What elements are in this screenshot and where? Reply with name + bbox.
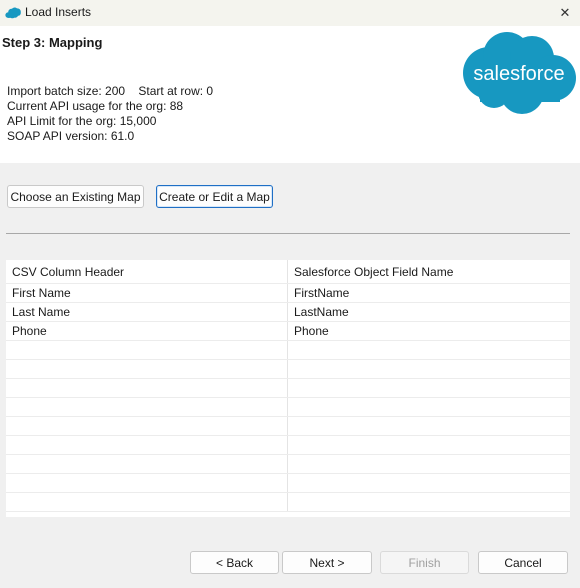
empty-row bbox=[6, 455, 570, 474]
window-title: Load Inserts bbox=[25, 5, 92, 19]
column-header-salesforce-field[interactable]: Salesforce Object Field Name bbox=[288, 260, 570, 283]
column-header-csv[interactable]: CSV Column Header bbox=[6, 260, 288, 283]
back-button[interactable]: < Back bbox=[190, 551, 279, 574]
next-button[interactable]: Next > bbox=[282, 551, 372, 574]
csv-column-cell[interactable]: First Name bbox=[6, 284, 288, 302]
table-row[interactable]: Phone Phone bbox=[6, 322, 570, 341]
choose-existing-map-button[interactable]: Choose an Existing Map bbox=[7, 185, 144, 208]
empty-row bbox=[6, 474, 570, 493]
table-row[interactable]: Last Name LastName bbox=[6, 303, 570, 322]
soap-version-info: SOAP API version: 61.0 bbox=[7, 129, 135, 143]
salesforce-logo: salesforce bbox=[463, 32, 576, 114]
empty-row bbox=[6, 360, 570, 379]
csv-column-cell[interactable]: Phone bbox=[6, 322, 288, 340]
table-row[interactable]: First Name FirstName bbox=[6, 284, 570, 303]
salesforce-field-cell[interactable]: LastName bbox=[288, 303, 570, 321]
mapping-table: CSV Column Header Salesforce Object Fiel… bbox=[6, 260, 570, 517]
close-icon: ✕ bbox=[559, 5, 571, 20]
title-bar: Load Inserts ✕ bbox=[0, 0, 580, 26]
step-title: Step 3: Mapping bbox=[2, 35, 103, 50]
batch-info: Import batch size: 200 Start at row: 0 bbox=[7, 84, 214, 98]
salesforce-field-cell[interactable]: Phone bbox=[288, 322, 570, 340]
api-limit-info: API Limit for the org: 15,000 bbox=[7, 114, 157, 128]
table-header-row: CSV Column Header Salesforce Object Fiel… bbox=[6, 260, 570, 284]
salesforce-cloud-icon bbox=[5, 7, 21, 19]
empty-row bbox=[6, 398, 570, 417]
separator bbox=[6, 233, 570, 234]
create-edit-map-button[interactable]: Create or Edit a Map bbox=[156, 185, 273, 208]
cancel-button[interactable]: Cancel bbox=[478, 551, 568, 574]
api-usage-info: Current API usage for the org: 88 bbox=[7, 99, 184, 113]
empty-row bbox=[6, 436, 570, 455]
csv-column-cell[interactable]: Last Name bbox=[6, 303, 288, 321]
empty-row bbox=[6, 341, 570, 360]
salesforce-field-cell[interactable]: FirstName bbox=[288, 284, 570, 302]
close-button[interactable]: ✕ bbox=[550, 0, 580, 26]
logo-text: salesforce bbox=[473, 63, 564, 85]
finish-button: Finish bbox=[380, 551, 469, 574]
empty-row bbox=[6, 379, 570, 398]
empty-row bbox=[6, 493, 570, 512]
empty-row bbox=[6, 417, 570, 436]
